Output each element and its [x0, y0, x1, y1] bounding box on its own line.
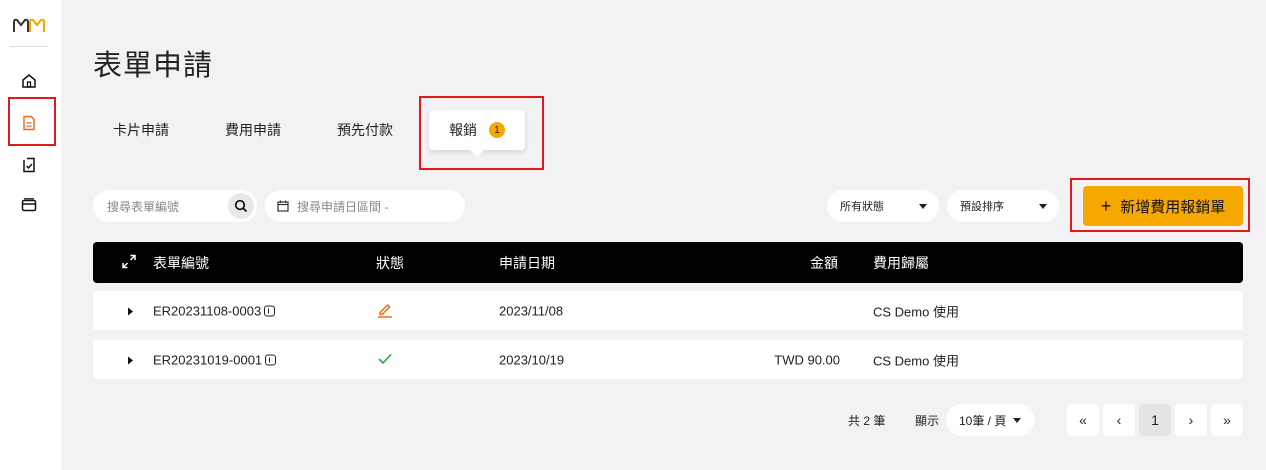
first-page-button[interactable]: « — [1067, 404, 1099, 436]
search-field[interactable]: 搜尋表單編號 — [93, 190, 257, 222]
column-header-owner: 費用歸屬 — [873, 254, 929, 271]
form-number-cell[interactable]: ER20231019-0001 — [153, 352, 277, 367]
tab-pointer — [470, 150, 484, 157]
amount-cell: TWD 90.00 — [774, 352, 840, 367]
count-badge: 1 — [489, 122, 505, 138]
expand-row-icon[interactable] — [128, 303, 133, 318]
table-row[interactable]: ER20231019-0001 2023/10/19 TWD 90.00 CS … — [93, 340, 1243, 379]
expand-icon[interactable] — [121, 253, 137, 272]
status-select-value: 所有狀態 — [840, 201, 884, 213]
tab-prepayment[interactable]: 預先付款 — [325, 110, 405, 150]
add-button-label: 新增費用報銷單 — [1120, 198, 1226, 216]
date-range-input[interactable]: 搜尋申請日區間 - — [297, 198, 388, 215]
owner-cell: CS Demo 使用 — [873, 353, 959, 368]
column-header-amount: 金額 — [810, 254, 838, 271]
logo-icon[interactable] — [12, 14, 48, 36]
page-size-select[interactable]: 10筆 / 頁 — [946, 404, 1035, 436]
search-button[interactable] — [228, 193, 254, 219]
caret-down-icon — [919, 203, 927, 209]
status-select[interactable]: 所有狀態 — [827, 190, 939, 222]
caret-down-icon — [1039, 203, 1047, 209]
sort-select[interactable]: 預設排序 — [947, 190, 1059, 222]
sidebar-item-cards[interactable] — [17, 193, 41, 217]
expand-row-icon[interactable] — [128, 352, 133, 367]
page-size-value: 10筆 / 頁 — [959, 413, 1007, 428]
column-header-form-number: 表單編號 — [153, 254, 209, 271]
total-count: 共 2 筆 — [848, 414, 886, 428]
search-icon — [234, 199, 248, 213]
sidebar-divider — [10, 46, 48, 47]
main-content: 表單申請 卡片申請 費用申請 預先付款 報銷 1 搜尋表單編號 搜尋申請日區間 … — [61, 0, 1266, 470]
search-input[interactable]: 搜尋表單編號 — [107, 198, 179, 215]
card-icon — [21, 198, 37, 212]
tab-label: 費用申請 — [225, 122, 281, 138]
column-header-date: 申請日期 — [499, 254, 555, 271]
sort-select-value: 預設排序 — [960, 201, 1004, 213]
last-page-button[interactable]: » — [1211, 404, 1243, 436]
add-expense-report-button[interactable]: + 新增費用報銷單 — [1083, 186, 1243, 226]
sidebar-item-forms[interactable] — [17, 111, 41, 135]
sidebar-item-approvals[interactable] — [17, 153, 41, 177]
page-title: 表單申請 — [93, 50, 214, 82]
plus-icon: + — [1100, 195, 1112, 216]
tab-reimbursement[interactable]: 報銷 1 — [429, 110, 525, 150]
date-cell: 2023/10/19 — [499, 352, 565, 367]
sidebar-item-home[interactable] — [17, 69, 41, 93]
check-icon — [376, 349, 394, 370]
caret-down-icon — [1013, 417, 1022, 423]
form-number-cell[interactable]: ER20231108-0003 — [153, 303, 276, 318]
next-page-button[interactable]: › — [1175, 404, 1207, 436]
table-row[interactable]: ER20231108-0003 2023/11/08 CS Demo 使用 — [93, 291, 1243, 330]
column-header-status: 狀態 — [376, 254, 404, 271]
edit-icon[interactable] — [376, 300, 394, 321]
form-number: ER20231108-0003 — [153, 303, 262, 318]
tab-expense-application[interactable]: 費用申請 — [213, 110, 293, 150]
form-number: ER20231019-0001 — [153, 352, 263, 367]
info-icon[interactable] — [265, 354, 277, 365]
page-size-label: 顯示 — [915, 414, 940, 428]
owner-cell: CS Demo 使用 — [873, 304, 959, 319]
tab-label: 卡片申請 — [113, 122, 169, 138]
home-icon — [22, 74, 36, 88]
sidebar — [0, 0, 61, 470]
document-icon — [23, 115, 35, 131]
date-cell: 2023/11/08 — [499, 303, 564, 318]
page-number-button[interactable]: 1 — [1139, 404, 1171, 436]
date-range-field[interactable]: 搜尋申請日區間 - — [265, 190, 465, 222]
prev-page-button[interactable]: ‹ — [1103, 404, 1135, 436]
info-icon[interactable] — [264, 305, 276, 316]
table-header: 表單編號 狀態 申請日期 金額 費用歸屬 — [93, 242, 1243, 283]
calendar-icon — [277, 200, 289, 212]
tab-label: 報銷 — [449, 122, 477, 138]
tab-label: 預先付款 — [337, 122, 393, 138]
document-check-icon — [23, 157, 35, 173]
tab-card-application[interactable]: 卡片申請 — [101, 110, 181, 150]
